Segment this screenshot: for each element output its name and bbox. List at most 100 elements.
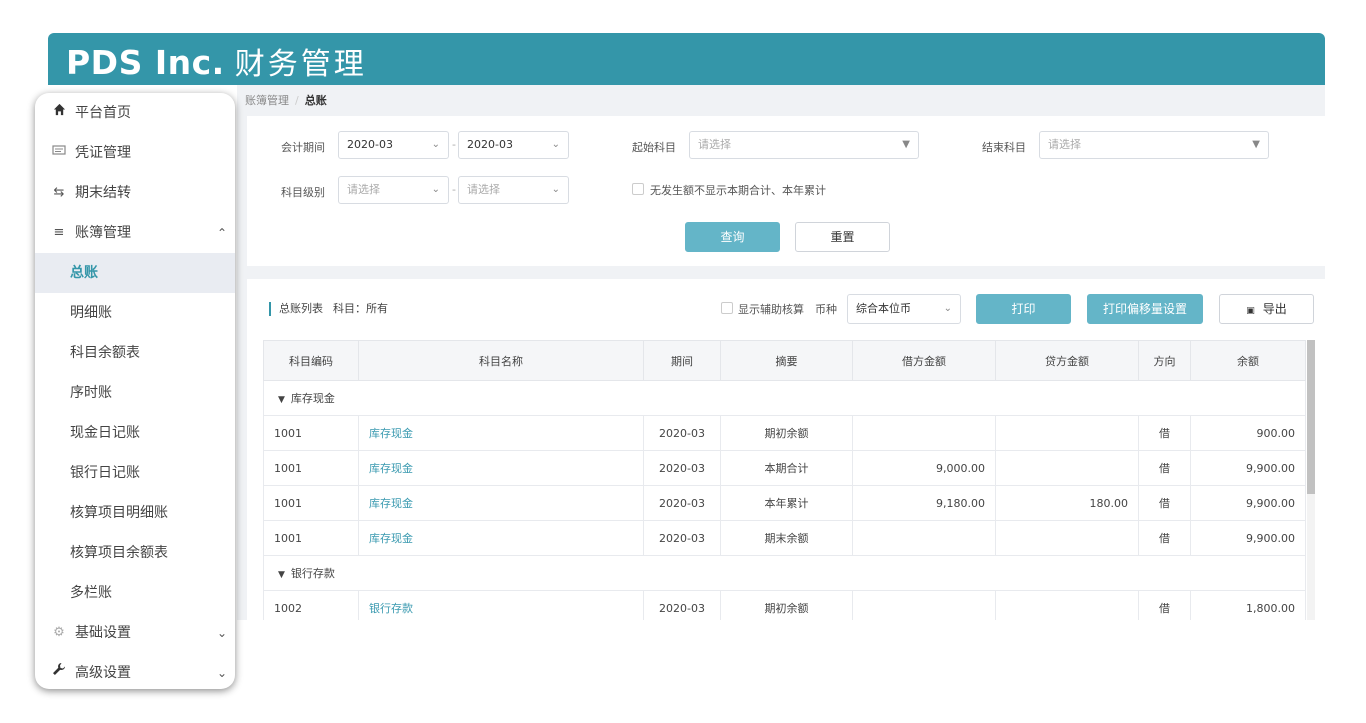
ledger-panel: 总账列表 科目：所有 显示辅助核算 币种 综合本位币 ⌄ 打印 打印偏移量设置 ▣ 导… [247, 279, 1325, 620]
col-header-credit[interactable]: 贷方金额 [995, 340, 1139, 381]
cell-credit: 180.00 [995, 485, 1139, 521]
sidebar-item-label: 凭证管理 [75, 145, 131, 161]
group-row[interactable]: ▼ 库存现金 [263, 380, 1306, 416]
scrollbar-thumb[interactable] [1307, 340, 1315, 494]
reset-button[interactable]: 重置 [795, 222, 890, 252]
chevron-up-icon: ⌃ [216, 226, 227, 240]
query-button[interactable]: 查询 [685, 222, 780, 252]
breadcrumb-current: 总账 [304, 94, 327, 107]
sidebar-item-label: 现金日记账 [70, 425, 140, 441]
period-to-select[interactable]: 2020-03 ⌄ [458, 131, 569, 159]
cell-name-link[interactable]: 银行存款 [358, 590, 644, 620]
cell-period: 2020-03 [643, 450, 721, 486]
cell-balance: 9,900.00 [1190, 450, 1306, 486]
sidebar-item-aux-balance[interactable]: 核算项目余额表 [35, 533, 235, 573]
level-to-select[interactable]: 请选择 ⌄ [458, 176, 569, 204]
sidebar-item-detail-ledger[interactable]: 明细账 [35, 293, 235, 333]
cell-summary: 期末余额 [720, 520, 853, 556]
sidebar-item-cash-journal[interactable]: 现金日记账 [35, 413, 235, 453]
sidebar-item-bank-journal[interactable]: 银行日记账 [35, 453, 235, 493]
chevron-down-icon: ⌄ [431, 139, 440, 150]
col-header-period[interactable]: 期间 [643, 340, 721, 381]
cell-name-link[interactable]: 库存现金 [358, 450, 644, 486]
period-to-value: 2020-03 [467, 138, 513, 151]
cell-period: 2020-03 [643, 415, 721, 451]
start-subject-label: 起始科目 [632, 141, 676, 154]
brand-name: PDS Inc. [66, 43, 225, 82]
cell-debit [852, 415, 996, 451]
voucher-icon [51, 133, 67, 173]
level-label: 科目级别 [281, 186, 325, 199]
wrench-icon [51, 653, 67, 689]
print-button[interactable]: 打印 [976, 294, 1071, 324]
cell-direction: 借 [1138, 590, 1191, 620]
table-row[interactable]: 1001 库存现金 2020-03 期初余额 借 900.00 [263, 415, 1306, 451]
table-row[interactable]: 1001 库存现金 2020-03 本年累计 9,180.00 180.00 借… [263, 485, 1306, 521]
hide-zero-checkbox[interactable] [632, 183, 644, 195]
sidebar-item-label: 平台首页 [75, 105, 131, 121]
range-separator: - [452, 138, 456, 151]
home-icon [51, 93, 67, 133]
start-subject-placeholder: 请选择 [698, 138, 731, 151]
cell-name-link[interactable]: 库存现金 [358, 485, 644, 521]
caret-down-icon[interactable]: ▼ [278, 395, 285, 405]
sidebar-item-label: 银行日记账 [70, 465, 140, 481]
cell-debit [852, 520, 996, 556]
cell-period: 2020-03 [643, 590, 721, 620]
col-header-code[interactable]: 科目编码 [263, 340, 359, 381]
col-header-summary[interactable]: 摘要 [720, 340, 853, 381]
subject-filter-text: 科目：所有 [333, 302, 388, 315]
print-offset-button[interactable]: 打印偏移量设置 [1087, 294, 1203, 324]
start-subject-select[interactable]: 请选择 ▼ [689, 131, 919, 159]
currency-label: 币种 [815, 303, 837, 316]
sidebar-item-voucher[interactable]: 凭证管理 [35, 133, 235, 173]
sidebar-item-advanced-settings[interactable]: 高级设置 ⌄ [35, 653, 235, 689]
currency-value: 综合本位币 [856, 302, 911, 315]
sidebar-item-subject-balance[interactable]: 科目余额表 [35, 333, 235, 373]
cell-credit [995, 450, 1139, 486]
export-button[interactable]: ▣ 导出 [1219, 294, 1314, 324]
show-aux-checkbox[interactable] [721, 302, 733, 314]
breadcrumb-separator: / [295, 94, 299, 107]
col-header-debit[interactable]: 借方金额 [852, 340, 996, 381]
caret-down-icon[interactable]: ▼ [278, 570, 285, 580]
main-content: 账簿管理 / 总账 会计期间 2020-03 ⌄ - 2020-03 ⌄ 起始科目 请选… [237, 85, 1325, 620]
table-row[interactable]: 1001 库存现金 2020-03 本期合计 9,000.00 借 9,900.… [263, 450, 1306, 486]
col-header-direction[interactable]: 方向 [1138, 340, 1191, 381]
cell-name-link[interactable]: 库存现金 [358, 415, 644, 451]
sidebar-item-label: 账簿管理 [75, 225, 131, 241]
app-title: 财务管理 [234, 47, 367, 82]
table-scrollbar[interactable] [1307, 340, 1315, 620]
end-subject-select[interactable]: 请选择 ▼ [1039, 131, 1269, 159]
level-from-select[interactable]: 请选择 ⌄ [338, 176, 449, 204]
sidebar-item-basic-settings[interactable]: ⚙ 基础设置 ⌄ [35, 613, 235, 653]
period-from-value: 2020-03 [347, 138, 393, 151]
period-label: 会计期间 [281, 141, 325, 154]
breadcrumb-parent[interactable]: 账簿管理 [245, 94, 289, 107]
sidebar-item-label: 序时账 [70, 385, 112, 401]
col-header-balance[interactable]: 余额 [1190, 340, 1306, 381]
sidebar-item-multi-column[interactable]: 多栏账 [35, 573, 235, 613]
cell-name-link[interactable]: 库存现金 [358, 520, 644, 556]
cell-debit [852, 590, 996, 620]
group-row[interactable]: ▼ 银行存款 [263, 555, 1306, 591]
sidebar-item-closing[interactable]: ⇆ 期末结转 [35, 173, 235, 213]
sidebar-item-aux-detail[interactable]: 核算项目明细账 [35, 493, 235, 533]
sidebar-item-label: 核算项目余额表 [70, 545, 168, 561]
sidebar-item-general-ledger[interactable]: 总账 [35, 253, 235, 293]
sidebar-item-label: 高级设置 [75, 665, 131, 681]
sidebar-item-chronological[interactable]: 序时账 [35, 373, 235, 413]
chevron-down-icon: ⌄ [431, 184, 440, 195]
group-name: 库存现金 [290, 392, 335, 405]
end-subject-placeholder: 请选择 [1048, 138, 1081, 151]
sidebar-item-books[interactable]: ≡ 账簿管理 ⌃ [35, 213, 235, 253]
cell-debit: 9,000.00 [852, 450, 996, 486]
currency-select[interactable]: 综合本位币 ⌄ [847, 294, 961, 324]
sidebar-item-home[interactable]: 平台首页 [35, 93, 235, 133]
period-from-select[interactable]: 2020-03 ⌄ [338, 131, 449, 159]
col-header-name[interactable]: 科目名称 [358, 340, 644, 381]
range-separator: - [452, 183, 456, 196]
table-row[interactable]: 1002 银行存款 2020-03 期初余额 借 1,800.00 [263, 590, 1306, 620]
table-row[interactable]: 1001 库存现金 2020-03 期末余额 借 9,900.00 [263, 520, 1306, 556]
filter-panel: 会计期间 2020-03 ⌄ - 2020-03 ⌄ 起始科目 请选择 ▼ 结束科目 … [247, 116, 1325, 266]
